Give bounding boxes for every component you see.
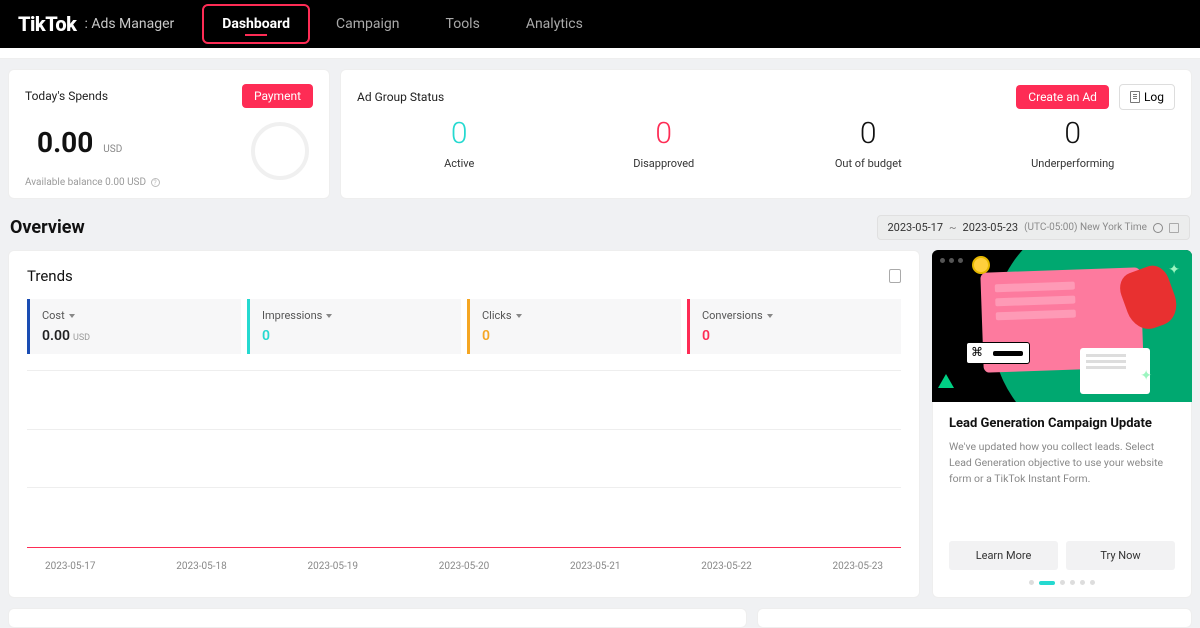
top-nav: TikTok : Ads Manager Dashboard Campaign … [0, 0, 1200, 48]
metric-cost-value: 0.00 [42, 328, 70, 344]
nav-tabs: Dashboard Campaign Tools Analytics [202, 4, 603, 44]
metric-conversions-value: 0 [702, 328, 889, 344]
log-label: Log [1144, 90, 1164, 104]
chart-baseline [27, 547, 901, 548]
metric-impressions-label: Impressions [262, 309, 322, 322]
spend-card: Today's Spends Payment 0.00 USD Availabl… [8, 69, 330, 199]
x-tick: 2023-05-21 [570, 561, 621, 572]
spend-balance: Available balance 0.00 USD ? [25, 177, 313, 188]
status-budget-value: 0 [766, 116, 971, 151]
trends-card: Trends Cost 0.00USD Impressions 0 Clicks… [8, 250, 920, 598]
ad-group-status-card: Ad Group Status Create an Ad Log 0 Activ… [340, 69, 1192, 199]
status-under-label: Underperforming [971, 157, 1176, 170]
x-tick: 2023-05-19 [308, 561, 359, 572]
date-range-picker[interactable]: 2023-05-17 ~ 2023-05-23 (UTC-05:00) New … [877, 215, 1191, 240]
promo-pager[interactable] [949, 580, 1175, 585]
status-disapproved-label: Disapproved [562, 157, 767, 170]
timezone-label: (UTC-05:00) New York Time [1024, 222, 1147, 233]
tab-campaign[interactable]: Campaign [316, 4, 419, 44]
metric-impressions-value: 0 [262, 328, 449, 344]
status-budget-label: Out of budget [766, 157, 971, 170]
tab-analytics[interactable]: Analytics [506, 4, 603, 44]
metric-cost[interactable]: Cost 0.00USD [27, 299, 241, 354]
x-tick: 2023-05-23 [833, 561, 884, 572]
overview-title: Overview [10, 217, 85, 238]
status-underperforming[interactable]: 0 Underperforming [971, 116, 1176, 170]
spend-ring-chart [251, 122, 309, 180]
payment-button[interactable]: Payment [242, 84, 313, 108]
log-button[interactable]: Log [1119, 84, 1175, 110]
status-title: Ad Group Status [357, 90, 444, 104]
x-tick: 2023-05-18 [176, 561, 227, 572]
date-start: 2023-05-17 [888, 221, 944, 234]
globe-icon [1153, 223, 1163, 233]
metric-impressions[interactable]: Impressions 0 [247, 299, 461, 354]
x-tick: 2023-05-22 [701, 561, 752, 572]
status-disapproved[interactable]: 0 Disapproved [562, 116, 767, 170]
stub-card-right [757, 608, 1192, 628]
chevron-down-icon [767, 314, 773, 318]
learn-more-button[interactable]: Learn More [949, 541, 1058, 570]
metric-clicks-label: Clicks [482, 309, 512, 322]
log-icon [1130, 91, 1140, 103]
brand-logo: TikTok [18, 12, 76, 36]
tab-tools[interactable]: Tools [426, 4, 500, 44]
promo-card: ✦ ✦ Lead Generation Campaign Update We'v… [932, 250, 1192, 598]
metric-cost-label: Cost [42, 309, 65, 322]
brand-subtitle: : Ads Manager [84, 16, 174, 32]
tab-dashboard[interactable]: Dashboard [202, 4, 310, 44]
create-ad-button[interactable]: Create an Ad [1016, 85, 1109, 109]
status-active-value: 0 [357, 116, 562, 151]
spend-amount: 0.00 [37, 126, 93, 159]
trends-title: Trends [27, 267, 73, 285]
x-tick: 2023-05-20 [439, 561, 490, 572]
chart-x-axis: 2023-05-17 2023-05-18 2023-05-19 2023-05… [27, 561, 901, 572]
info-icon[interactable]: ? [151, 178, 160, 187]
status-disapproved-value: 0 [562, 116, 767, 151]
promo-title: Lead Generation Campaign Update [949, 416, 1175, 431]
spend-title: Today's Spends [25, 89, 108, 103]
calendar-icon [1169, 223, 1179, 233]
sub-bar [0, 48, 1200, 59]
date-separator: ~ [949, 221, 956, 234]
chevron-down-icon [69, 314, 75, 318]
date-end: 2023-05-23 [963, 221, 1019, 234]
promo-illustration: ✦ ✦ [932, 250, 1192, 402]
spend-currency: USD [103, 144, 122, 155]
stub-card-left [8, 608, 747, 628]
chevron-down-icon [326, 314, 332, 318]
x-tick: 2023-05-17 [45, 561, 96, 572]
metric-clicks-value: 0 [482, 328, 669, 344]
trends-chart: 2023-05-17 2023-05-18 2023-05-19 2023-05… [27, 362, 901, 572]
metric-conversions[interactable]: Conversions 0 [687, 299, 901, 354]
status-active-label: Active [357, 157, 562, 170]
metric-conversions-label: Conversions [702, 309, 763, 322]
export-icon[interactable] [889, 269, 901, 283]
promo-text: We've updated how you collect leads. Sel… [949, 439, 1175, 531]
status-out-of-budget[interactable]: 0 Out of budget [766, 116, 971, 170]
metric-clicks[interactable]: Clicks 0 [467, 299, 681, 354]
try-now-button[interactable]: Try Now [1066, 541, 1175, 570]
chevron-down-icon [516, 314, 522, 318]
status-under-value: 0 [971, 116, 1176, 151]
status-active[interactable]: 0 Active [357, 116, 562, 170]
metric-cost-ccy: USD [73, 333, 90, 343]
